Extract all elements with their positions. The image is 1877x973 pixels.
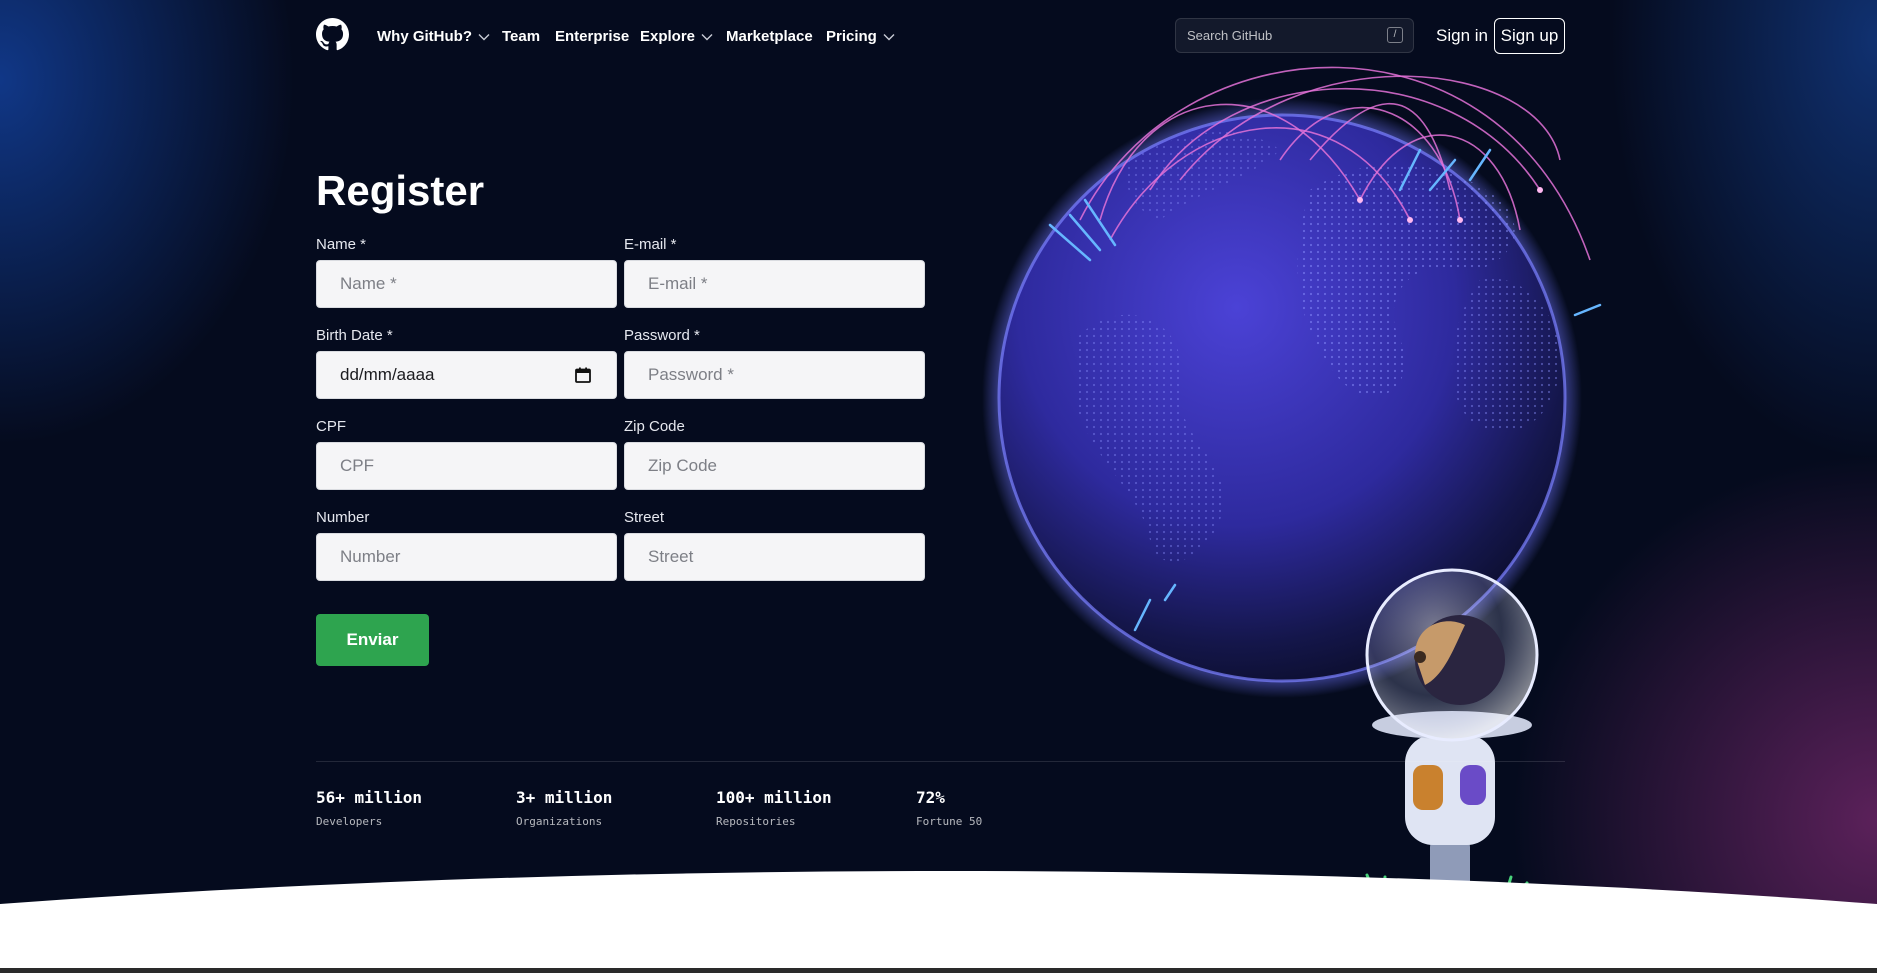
calendar-icon[interactable] xyxy=(574,366,592,384)
nav-why-github-label: Why GitHub? xyxy=(377,28,472,45)
nav-marketplace-label: Marketplace xyxy=(726,28,813,45)
email-field[interactable] xyxy=(624,260,925,308)
chevron-down-icon xyxy=(701,33,713,40)
stat-organizations-value: 3+ million xyxy=(516,788,613,807)
bottom-edge xyxy=(0,968,1877,973)
name-label: Name * xyxy=(316,236,367,253)
number-label: Number xyxy=(316,509,370,526)
password-label: Password * xyxy=(624,327,700,344)
number-field[interactable] xyxy=(316,533,617,581)
street-field[interactable] xyxy=(624,533,925,581)
name-field[interactable] xyxy=(316,260,617,308)
email-label: E-mail * xyxy=(624,236,677,253)
zip-code-label: Zip Code xyxy=(624,418,685,435)
street-label: Street xyxy=(624,509,665,526)
nav-team-label: Team xyxy=(502,28,541,45)
page-background: Why GitHub? Team Enterprise Explore Mark… xyxy=(0,0,1877,973)
chevron-down-icon xyxy=(883,33,895,40)
zip-code-field[interactable] xyxy=(624,442,925,490)
stat-repositories-value: 100+ million xyxy=(716,788,832,807)
submit-button[interactable]: Enviar xyxy=(316,614,429,666)
birth-date-label: Birth Date * xyxy=(316,327,393,344)
cpf-field[interactable] xyxy=(316,442,617,490)
nav-pricing[interactable]: Pricing xyxy=(826,28,895,45)
nav-explore-label: Explore xyxy=(640,28,696,45)
nav-why-github[interactable]: Why GitHub? xyxy=(377,28,490,45)
bottom-curve xyxy=(0,871,1877,973)
page-title: Register xyxy=(316,167,485,214)
nav-enterprise-label: Enterprise xyxy=(555,28,630,45)
nav-pricing-label: Pricing xyxy=(826,28,877,45)
password-field[interactable] xyxy=(624,351,925,399)
github-octocat-icon[interactable] xyxy=(316,18,349,51)
stat-fortune-value: 72% xyxy=(916,788,945,807)
stat-developers-value: 56+ million xyxy=(316,788,422,807)
stat-repositories-label: Repositories xyxy=(716,815,796,828)
nav-explore[interactable]: Explore xyxy=(640,28,713,45)
nav-marketplace[interactable]: Marketplace xyxy=(726,28,813,45)
stats-divider xyxy=(316,761,1565,762)
chevron-down-icon xyxy=(478,33,490,40)
birth-date-value: dd/mm/aaaa xyxy=(340,365,435,384)
cpf-label: CPF xyxy=(316,418,346,435)
nav-enterprise[interactable]: Enterprise xyxy=(555,28,629,45)
stat-organizations-label: Organizations xyxy=(516,815,603,828)
stat-fortune-label: Fortune 50 xyxy=(916,815,983,828)
nav-team[interactable]: Team xyxy=(502,28,540,45)
birth-date-field[interactable]: dd/mm/aaaa xyxy=(316,351,617,399)
stat-developers-label: Developers xyxy=(316,815,383,828)
